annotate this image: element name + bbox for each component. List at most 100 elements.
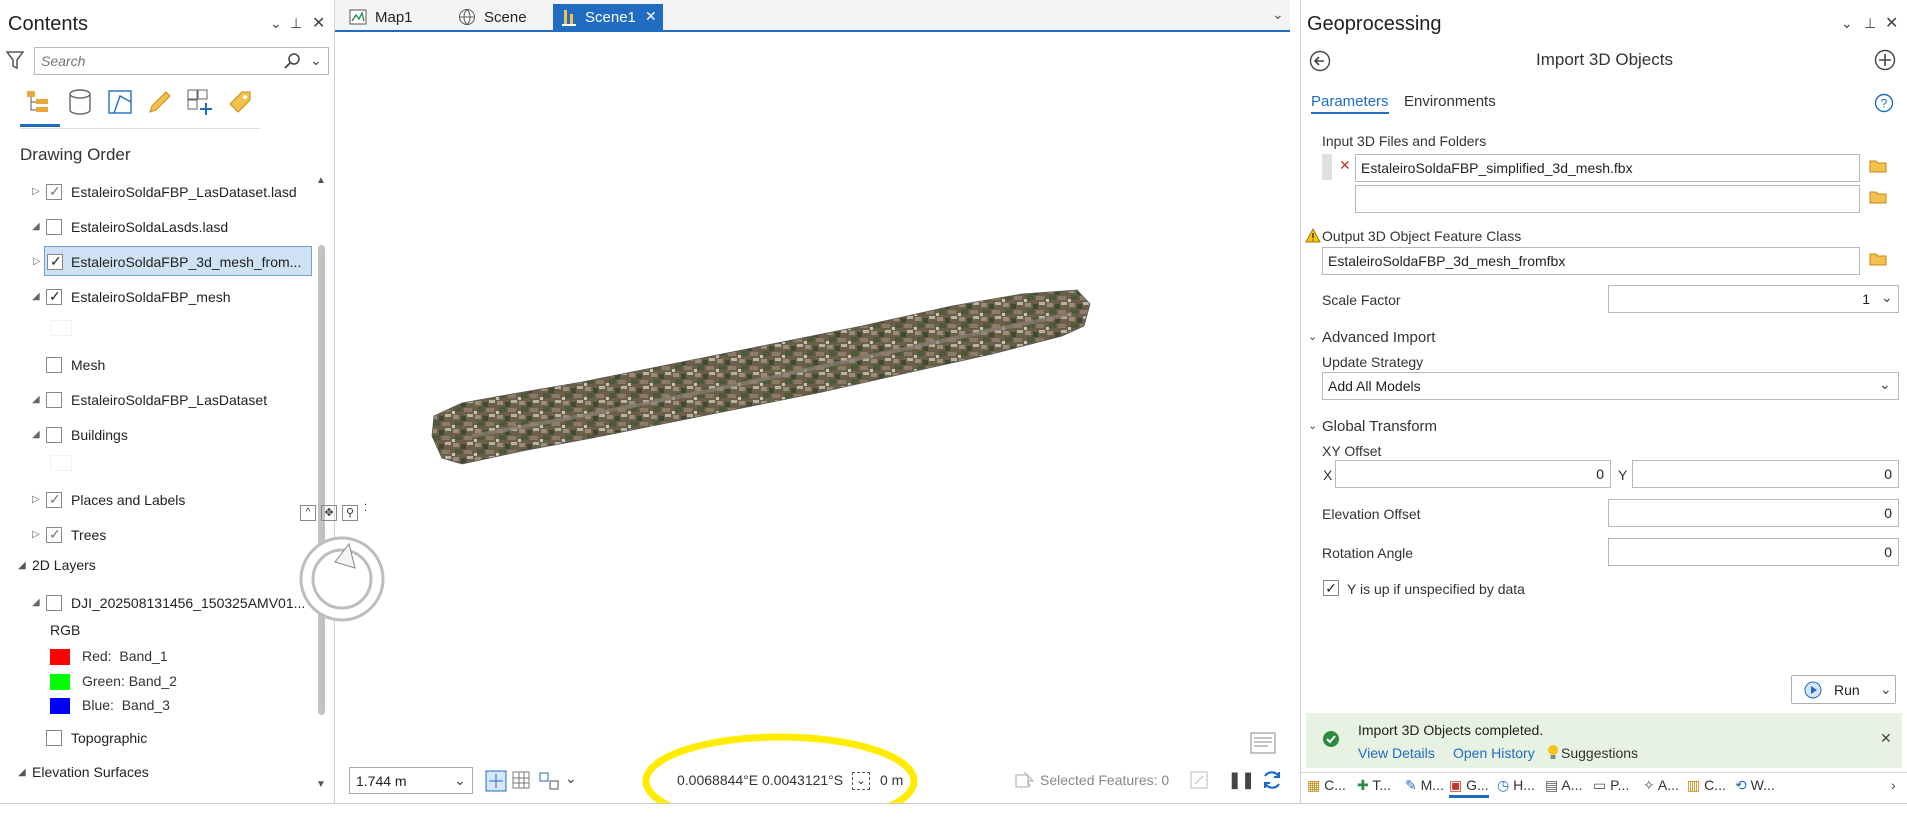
search-input[interactable] bbox=[35, 48, 265, 74]
pane-menu-icon[interactable]: ⌄ bbox=[270, 15, 282, 32]
layer-checkbox[interactable] bbox=[46, 526, 62, 543]
layer-checkbox[interactable] bbox=[46, 357, 62, 373]
tab-scene[interactable]: Scene bbox=[452, 4, 552, 30]
pane-tab-contents[interactable]: ▥ C... bbox=[1687, 777, 1726, 794]
list-by-editing-icon[interactable] bbox=[146, 88, 174, 116]
selection-icon[interactable] bbox=[1015, 771, 1035, 789]
view-details-link[interactable]: View Details bbox=[1358, 745, 1435, 761]
update-strategy-select[interactable]: Add All Models bbox=[1322, 372, 1899, 400]
collapse-icon[interactable]: ◢ bbox=[32, 394, 40, 405]
close-tab-icon[interactable]: ✕ bbox=[645, 8, 657, 25]
output-feature-class-field[interactable]: EstaleiroSoldaFBP_3d_mesh_fromfbx bbox=[1322, 247, 1860, 275]
layer-checkbox[interactable] bbox=[46, 183, 62, 200]
pause-drawing-icon[interactable]: ❚❚ bbox=[1228, 770, 1255, 790]
contents-scrollbar[interactable]: ▲ ▼ bbox=[316, 175, 326, 790]
scene-view[interactable]: ^ ✥ ⚲ ⁚ bbox=[299, 36, 1290, 801]
layer-checkbox[interactable] bbox=[46, 288, 62, 305]
layer-topographic[interactable]: Topographic bbox=[20, 723, 310, 753]
suggestions-link[interactable]: Suggestions bbox=[1561, 745, 1638, 761]
close-icon[interactable]: ✕ bbox=[312, 13, 325, 33]
add-icon[interactable] bbox=[1874, 49, 1896, 71]
list-by-labeling-icon[interactable] bbox=[226, 88, 254, 116]
list-by-data-source-icon[interactable] bbox=[66, 88, 94, 116]
collapse-icon[interactable]: ◢ bbox=[18, 767, 26, 778]
rotation-angle-field[interactable]: 0 bbox=[1608, 538, 1899, 566]
map-overview-icon[interactable] bbox=[1250, 732, 1276, 754]
pin-icon[interactable]: ⊥ bbox=[290, 15, 302, 32]
expand-icon[interactable]: ▷ bbox=[32, 186, 40, 197]
run-dropdown-icon[interactable]: ⌄ bbox=[1880, 681, 1892, 698]
input-file-field[interactable]: EstaleiroSoldaFBP_simplified_3d_mesh.fbx bbox=[1355, 154, 1860, 182]
remove-icon[interactable]: ✕ bbox=[1339, 157, 1351, 174]
collapse-icon[interactable]: ◢ bbox=[32, 597, 40, 608]
layer-raster-dji[interactable]: ◢ DJI_202508131456_150325AMV01... bbox=[20, 588, 310, 618]
layer-checkbox[interactable] bbox=[46, 392, 62, 408]
pane-menu-icon[interactable]: ⌄ bbox=[1841, 15, 1853, 32]
group-elevation-surfaces[interactable]: ◢ Elevation Surfaces bbox=[18, 764, 149, 780]
layer-3d-mesh-selected[interactable]: ▷ EstaleiroSoldaFBP_3d_mesh_from... bbox=[33, 246, 312, 276]
y-up-checkbox[interactable]: ✓ bbox=[1323, 580, 1339, 596]
scale-dropdown[interactable]: 1.744 m ⌄ bbox=[349, 767, 473, 794]
expand-icon[interactable]: ▷ bbox=[32, 494, 40, 505]
input-file-field-empty[interactable] bbox=[1355, 185, 1860, 213]
layer-checkbox[interactable] bbox=[47, 253, 63, 270]
layer-checkbox[interactable] bbox=[46, 730, 62, 746]
layer-checkbox[interactable] bbox=[46, 491, 62, 508]
list-by-selection-icon[interactable] bbox=[106, 88, 134, 116]
pane-tab-attributes[interactable]: ▤ A... bbox=[1545, 777, 1582, 794]
help-icon[interactable]: ? bbox=[1874, 93, 1894, 113]
collapse-icon[interactable]: ◢ bbox=[32, 221, 40, 232]
run-button[interactable]: Run ⌄ bbox=[1791, 675, 1896, 704]
coordinate-format-dropdown-icon[interactable]: ⌄ bbox=[852, 772, 870, 790]
list-by-drawing-order-icon[interactable] bbox=[24, 88, 52, 116]
collapse-icon[interactable]: ◢ bbox=[32, 429, 40, 440]
pane-tab-tasks[interactable]: ✚ T... bbox=[1357, 777, 1391, 794]
y-offset-field[interactable]: 0 bbox=[1632, 460, 1899, 488]
layer-checkbox[interactable] bbox=[46, 219, 62, 235]
search-icon[interactable] bbox=[283, 52, 301, 70]
advanced-import-section[interactable]: ⌄ Advanced Import bbox=[1308, 329, 1435, 346]
navigator-compass[interactable] bbox=[297, 534, 387, 624]
pane-tab-modify[interactable]: ✎ M... bbox=[1405, 777, 1444, 794]
global-transform-section[interactable]: ⌄ Global Transform bbox=[1308, 418, 1437, 435]
list-by-snapping-icon[interactable] bbox=[186, 88, 214, 116]
layer-lasdataset-lasd[interactable]: ▷ EstaleiroSoldaFBP_LasDataset.lasd bbox=[20, 177, 310, 207]
grid-icon[interactable] bbox=[512, 771, 530, 789]
layer-lasds-lasd[interactable]: ◢ EstaleiroSoldaLasds.lasd bbox=[20, 212, 310, 242]
collapse-section-icon[interactable]: ⌄ bbox=[1308, 330, 1317, 343]
snapping-dropdown-icon[interactable]: ⌄ bbox=[565, 770, 577, 787]
tabs-overflow-icon[interactable]: ⌄ bbox=[1272, 6, 1284, 23]
first-person-icon[interactable]: ⚲ bbox=[342, 505, 358, 521]
group-2d-layers[interactable]: ◢ 2D Layers bbox=[18, 557, 96, 573]
reference-scale-icon[interactable] bbox=[485, 770, 507, 792]
scroll-thumb[interactable] bbox=[318, 245, 325, 715]
tab-environments[interactable]: Environments bbox=[1404, 93, 1496, 110]
tab-scene1[interactable]: Scene1 ✕ bbox=[553, 4, 663, 30]
layer-buildings[interactable]: ◢ Buildings bbox=[20, 420, 310, 450]
pan-mode-icon[interactable]: ✥ bbox=[321, 505, 337, 521]
expand-icon[interactable]: ▷ bbox=[32, 529, 40, 540]
expand-icon[interactable]: ▷ bbox=[33, 256, 41, 267]
layer-trees[interactable]: ▷ Trees bbox=[20, 520, 310, 550]
pane-tab-workflow[interactable]: ⟲ W... bbox=[1735, 777, 1775, 794]
search-dropdown-icon[interactable]: ⌄ bbox=[310, 52, 322, 69]
navigator-options-icon[interactable]: ⁚ bbox=[364, 503, 367, 514]
scroll-up-icon[interactable]: ▲ bbox=[316, 175, 326, 186]
collapse-section-icon[interactable]: ⌄ bbox=[1308, 419, 1317, 432]
scale-factor-field[interactable]: 1 bbox=[1608, 285, 1899, 313]
open-history-link[interactable]: Open History bbox=[1453, 745, 1535, 761]
refresh-table-icon[interactable] bbox=[1190, 771, 1208, 789]
pane-tab-geoprocessing[interactable]: ▣ G... bbox=[1449, 777, 1489, 798]
layer-mesh[interactable]: Mesh bbox=[20, 350, 310, 380]
snapping-icon[interactable] bbox=[538, 771, 560, 791]
scroll-down-icon[interactable]: ▼ bbox=[316, 779, 326, 790]
layer-checkbox[interactable] bbox=[46, 427, 62, 443]
collapse-navigator-icon[interactable]: ^ bbox=[300, 505, 316, 521]
pin-icon[interactable]: ⊥ bbox=[1864, 15, 1876, 32]
close-icon[interactable]: ✕ bbox=[1885, 13, 1898, 33]
elevation-offset-field[interactable]: 0 bbox=[1608, 499, 1899, 527]
chevron-down-icon[interactable]: ⌄ bbox=[1879, 376, 1891, 393]
search-box[interactable]: ⌄ bbox=[34, 47, 329, 75]
refresh-icon[interactable] bbox=[1261, 769, 1283, 791]
collapse-icon[interactable]: ◢ bbox=[32, 291, 40, 302]
